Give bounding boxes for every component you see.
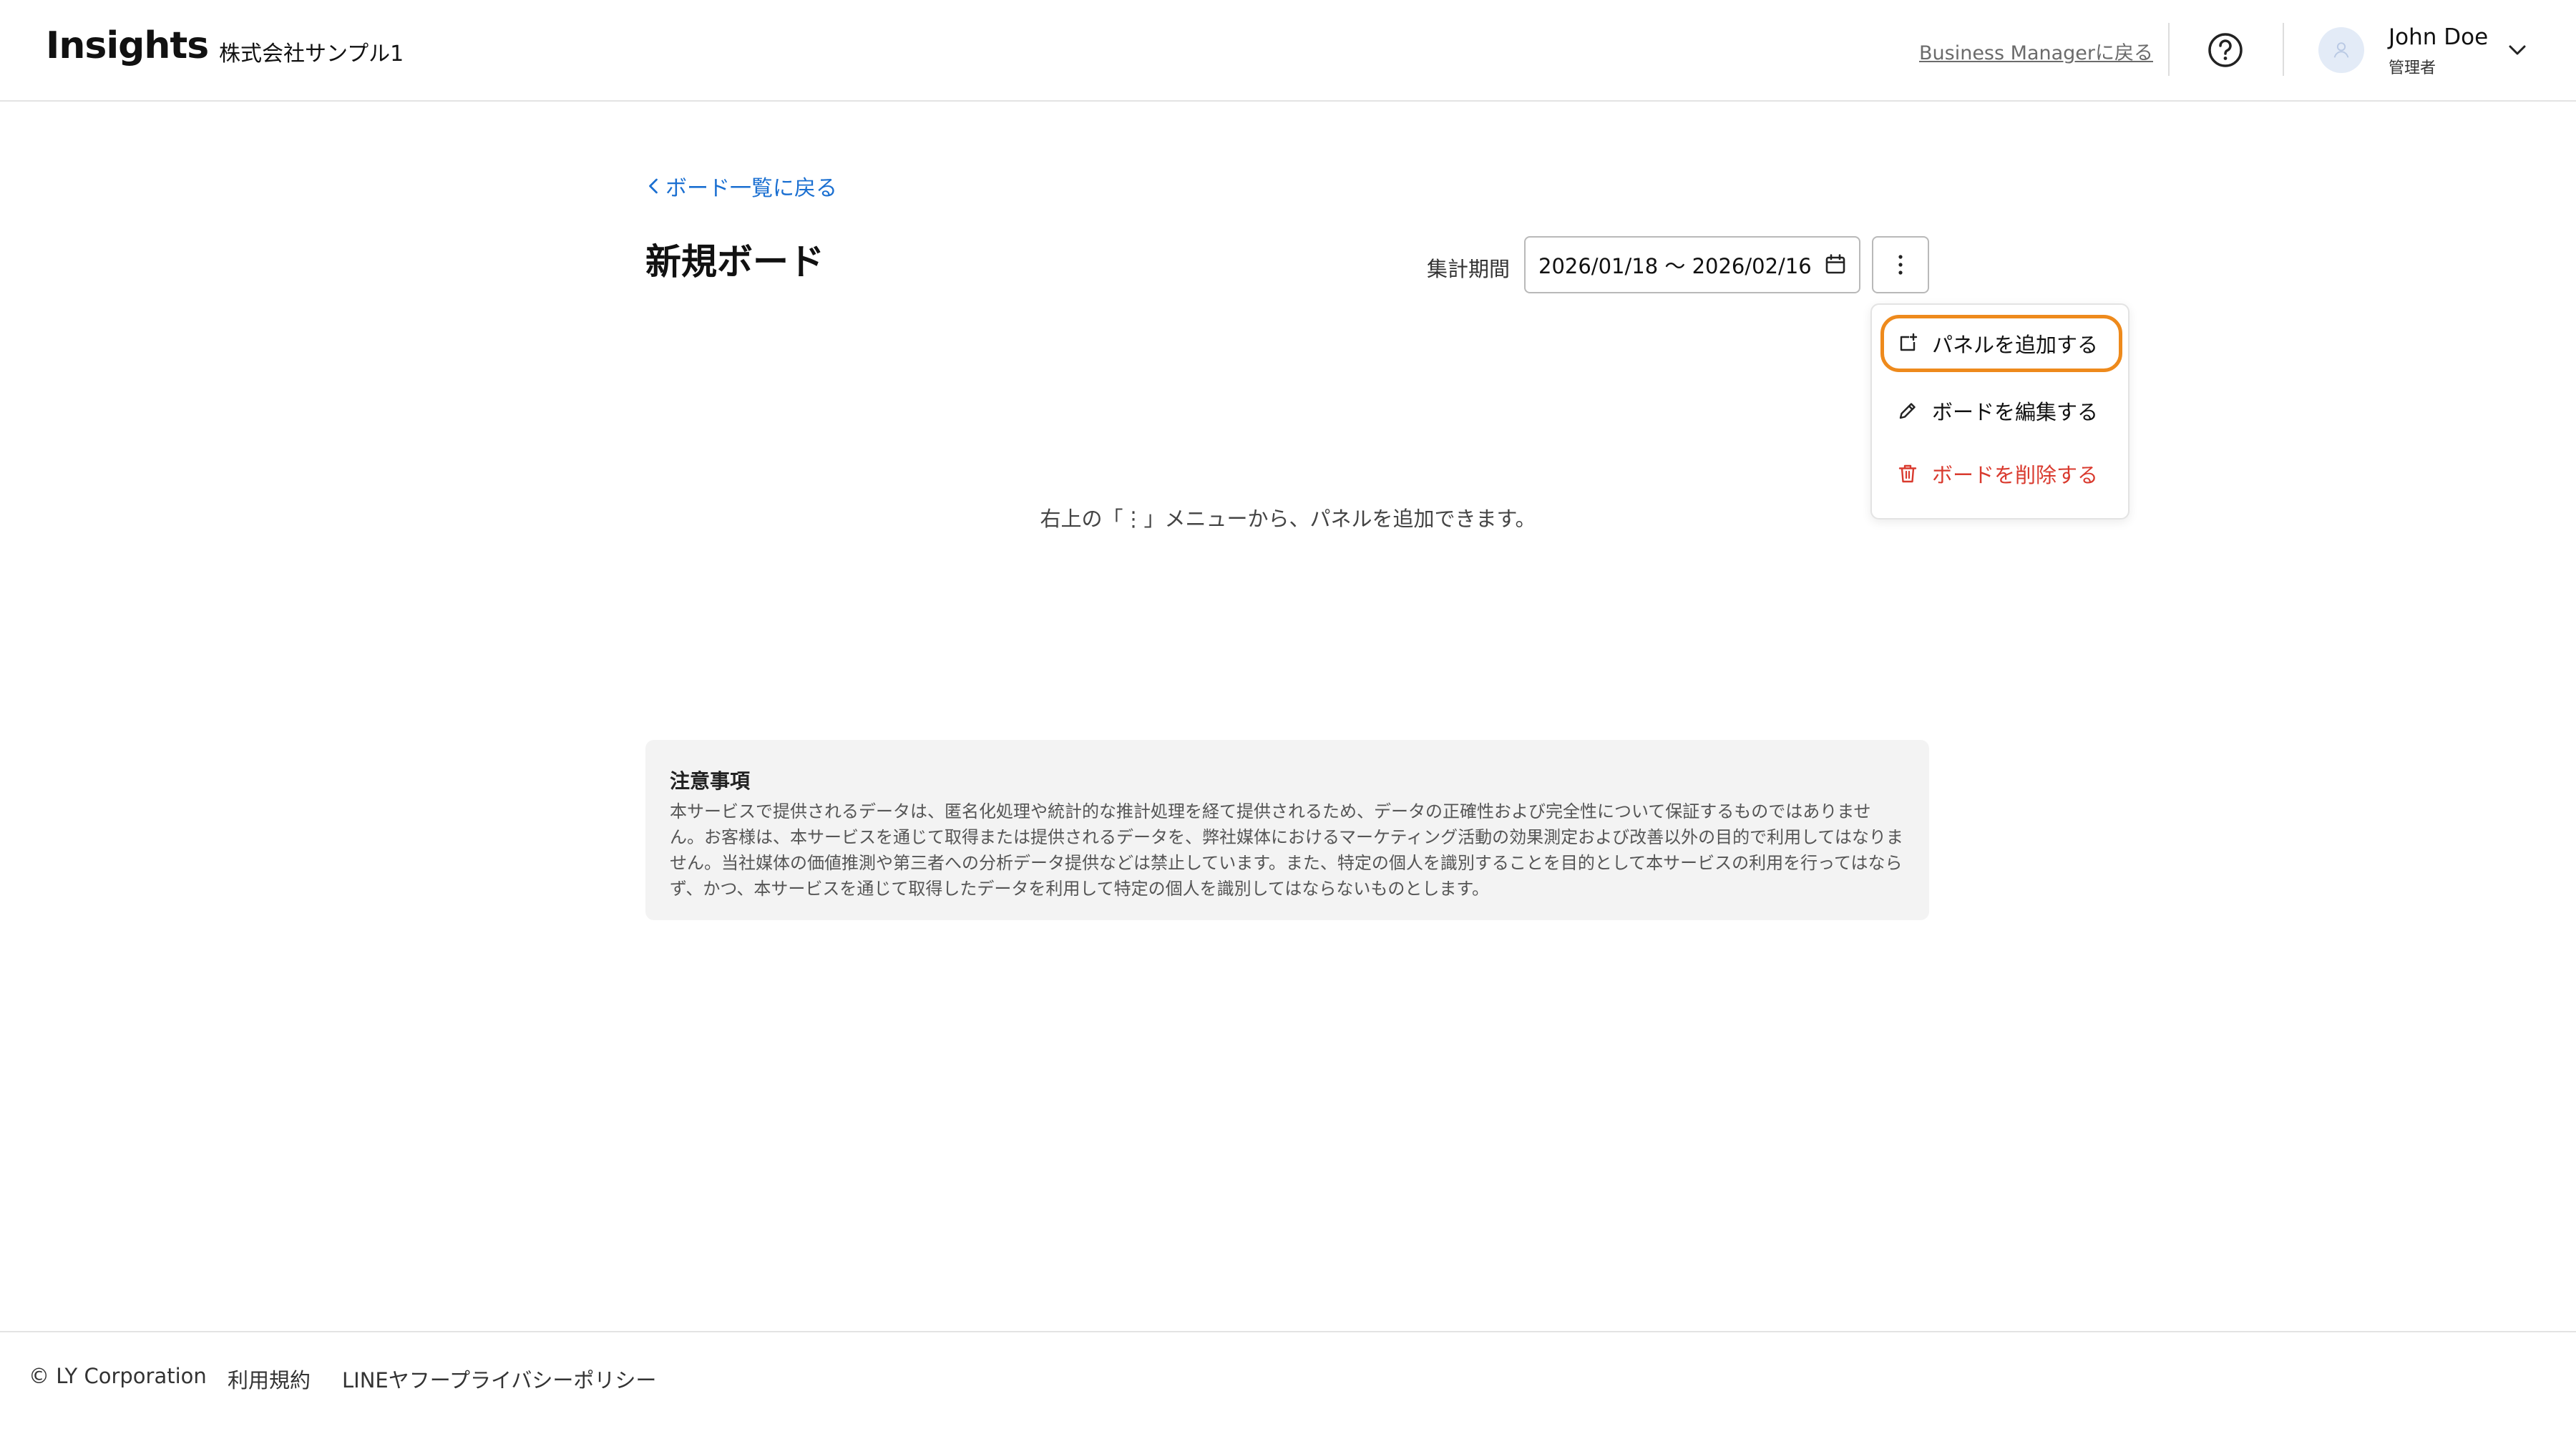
company-name: 株式会社サンプル1 [219, 42, 404, 67]
chevron-down-icon[interactable] [2504, 37, 2530, 63]
calendar-icon [1825, 254, 1845, 274]
header-divider [2283, 23, 2284, 76]
notice-body: 本サービスで提供されるデータは、匿名化処理や統計的な推計処理を経て提供されるため… [670, 801, 1903, 899]
add-panel-icon [1900, 333, 1918, 351]
help-icon[interactable] [2205, 30, 2245, 70]
top-header: Insights 株式会社サンプル1 Business Managerに戻る J… [0, 0, 2576, 102]
menu-item-label: ボードを削除する [1932, 463, 2099, 487]
footer-terms-link[interactable]: 利用規約 [228, 1364, 311, 1394]
trash-icon [1898, 464, 1917, 483]
footer-privacy-link[interactable]: LINEヤフープライバシーポリシー [342, 1364, 656, 1394]
pencil-icon [1899, 403, 1916, 419]
header-divider [2168, 23, 2170, 76]
user-name: John Doe [2389, 24, 2489, 50]
user-icon [2333, 42, 2349, 58]
chevron-left-icon [649, 178, 658, 194]
avatar[interactable] [2318, 27, 2364, 73]
menu-item-delete-board[interactable]: ボードを削除する [1880, 445, 2122, 502]
footer-copyright: © LY Corporation [29, 1364, 207, 1388]
page-title: 新規ボード [645, 241, 824, 283]
date-range-picker[interactable]: 2026/01/18 〜 2026/02/16 [1524, 236, 1860, 293]
period-label: 集計期間 [1427, 257, 1511, 281]
app-logo[interactable]: Insights [46, 24, 209, 67]
user-role: 管理者 [2389, 59, 2436, 77]
menu-item-label: ボードを編集する [1932, 400, 2099, 424]
back-to-board-list-link[interactable]: ボード一覧に戻る [647, 170, 837, 202]
notice-box: 注意事項 本サービスで提供されるデータは、匿名化処理や統計的な推計処理を経て提供… [645, 740, 1929, 920]
date-range-value: 2026/01/18 〜 2026/02/16 [1538, 254, 1812, 278]
more-vertical-icon [1898, 255, 1903, 275]
menu-item-label: パネルを追加する [1932, 333, 2099, 357]
back-link-label: ボード一覧に戻る [665, 176, 837, 201]
empty-state-message: 右上の「⋮」メニューから、パネルを追加できます。 [0, 502, 2576, 532]
notice-title: 注意事項 [670, 769, 751, 793]
empty-state-text: 右上の「⋮」メニューから、パネルを追加できます。 [1040, 507, 1536, 531]
board-menu-button[interactable] [1872, 236, 1929, 293]
menu-item-edit-board[interactable]: ボードを編集する [1880, 382, 2122, 439]
board-actions-menu: パネルを追加する ボードを編集する ボードを削除する [1870, 303, 2129, 519]
back-to-business-manager-link[interactable]: Business Managerに戻る [1919, 37, 2153, 65]
menu-item-add-panel[interactable]: パネルを追加する [1880, 315, 2122, 372]
footer-divider [0, 1331, 2576, 1332]
